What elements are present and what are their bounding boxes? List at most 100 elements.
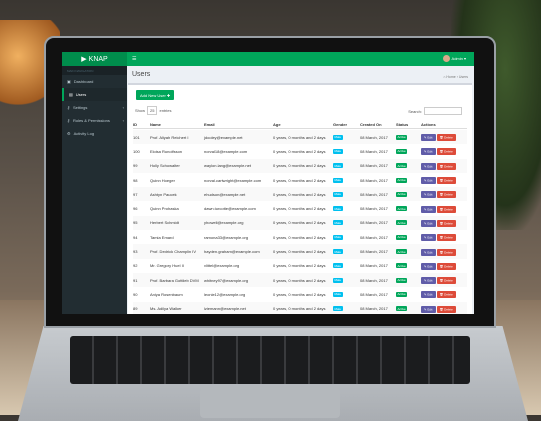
cell-created-on: 08 March, 2017 bbox=[360, 234, 388, 240]
edit-button[interactable]: ✎ Edit bbox=[421, 162, 436, 170]
actions-cell: ✎ Edit 🗑 Delete bbox=[421, 234, 467, 242]
chevron-left-icon: ‹ bbox=[122, 105, 124, 110]
edit-button[interactable]: ✎ Edit bbox=[421, 134, 436, 142]
entries-select[interactable]: 25 bbox=[147, 106, 158, 115]
gender-badge: Male bbox=[333, 163, 343, 169]
edit-button[interactable]: ✎ Edit bbox=[421, 177, 436, 185]
page-title: Users bbox=[132, 71, 151, 78]
delete-button[interactable]: 🗑 Delete bbox=[436, 219, 456, 227]
cell-created-on: 08 March, 2017 bbox=[360, 220, 388, 226]
column-header-gender[interactable]: Gender bbox=[333, 122, 360, 127]
sidebar-item-activity-log[interactable]: ⚙ Activity Log bbox=[62, 127, 127, 140]
gender-badge: Male bbox=[333, 220, 343, 226]
cell-created-on: 08 March, 2017 bbox=[360, 291, 388, 297]
delete-button[interactable]: 🗑 Delete bbox=[436, 291, 456, 299]
actions-cell: ✎ Edit 🗑 Delete bbox=[421, 291, 467, 299]
cell-name: Quinn Hoeger bbox=[150, 177, 175, 183]
table-row: 94 Tamia Emard ramona33@example.org 0 years… bbox=[133, 230, 467, 244]
sidebar-item-settings[interactable]: ⚷ Settings ‹ bbox=[62, 101, 127, 114]
column-header-status[interactable]: Status bbox=[396, 122, 421, 127]
cell-id: 91 bbox=[133, 277, 138, 283]
cell-created-on: 08 March, 2017 bbox=[360, 306, 388, 312]
app-screen: ▶ KNAP ☰ Admin ▾ MAIN NAVIGATION ▣ Dashboa… bbox=[62, 52, 474, 314]
cell-id: 96 bbox=[133, 206, 138, 212]
cell-email: norval.cartwright@example.com bbox=[204, 177, 262, 183]
cell-email: lziemann@example.net bbox=[204, 306, 246, 312]
cell-name: Tamia Emard bbox=[150, 234, 174, 240]
delete-button[interactable]: 🗑 Delete bbox=[436, 262, 456, 270]
delete-button[interactable]: 🗑 Delete bbox=[436, 277, 456, 285]
edit-button[interactable]: ✎ Edit bbox=[421, 305, 436, 313]
status-badge: Active bbox=[396, 234, 408, 240]
sidebar-item-label: Activity Log bbox=[73, 131, 95, 136]
delete-button[interactable]: 🗑 Delete bbox=[436, 134, 456, 142]
cell-name: Mr. Gregory Huel II bbox=[150, 263, 184, 269]
column-header-age[interactable]: Age bbox=[273, 122, 333, 127]
edit-button[interactable]: ✎ Edit bbox=[421, 148, 436, 156]
cell-email: ehudson@example.net bbox=[204, 191, 246, 197]
cell-name: Ms. Adilya Walker bbox=[150, 306, 182, 312]
show-label: Show bbox=[135, 108, 146, 113]
user-menu[interactable]: Admin ▾ bbox=[442, 55, 466, 62]
cell-age: 0 years, 0 months and 2 days bbox=[273, 206, 326, 212]
edit-button[interactable]: ✎ Edit bbox=[421, 205, 436, 213]
table-row: 101 Prof. Aliyah Reichert I jdooley@exampl… bbox=[133, 130, 467, 145]
edit-button[interactable]: ✎ Edit bbox=[421, 234, 436, 242]
status-badge: Active bbox=[396, 177, 408, 183]
cell-email: yhowell@example.org bbox=[204, 220, 244, 226]
delete-button[interactable]: 🗑 Delete bbox=[436, 305, 456, 313]
sidebar-item-dashboard[interactable]: ▣ Dashboard bbox=[62, 75, 127, 88]
edit-button[interactable]: ✎ Edit bbox=[421, 277, 436, 285]
cell-created-on: 08 March, 2017 bbox=[360, 191, 388, 197]
cell-name: Eloisa Runolfsson bbox=[150, 148, 183, 154]
actions-cell: ✎ Edit 🗑 Delete bbox=[421, 305, 467, 313]
cell-id: 99 bbox=[133, 163, 138, 169]
sidebar-item-users[interactable]: ▤ Users bbox=[62, 88, 127, 101]
column-header-id[interactable]: ID bbox=[133, 122, 150, 127]
cell-name: Herbert Schmidt bbox=[150, 220, 179, 226]
table-row: 95 Herbert Schmidt yhowell@example.org 0 ye… bbox=[133, 215, 467, 231]
actions-cell: ✎ Edit 🗑 Delete bbox=[421, 248, 467, 256]
logo[interactable]: ▶ KNAP bbox=[62, 52, 127, 66]
cell-created-on: 08 March, 2017 bbox=[360, 277, 388, 283]
gender-badge: Male bbox=[333, 148, 343, 154]
table-row: 90 Aniya Rosenbaum leonie12@example.org 0 y… bbox=[133, 287, 467, 301]
gender-badge: Male bbox=[333, 191, 343, 197]
cell-age: 0 years, 0 months and 2 days bbox=[273, 263, 326, 269]
edit-button[interactable]: ✎ Edit bbox=[421, 248, 436, 256]
delete-button[interactable]: 🗑 Delete bbox=[436, 191, 456, 199]
breadcrumb[interactable]: ⌂ Home › Users bbox=[443, 75, 468, 79]
sidebar-item-roles-permissions[interactable]: ⚷ Roles & Permissions ‹ bbox=[62, 114, 127, 127]
trackpad bbox=[200, 388, 340, 418]
actions-cell: ✎ Edit 🗑 Delete bbox=[421, 205, 467, 213]
key-icon: ⚷ bbox=[67, 105, 70, 110]
cell-name: Holly Schowalter bbox=[150, 163, 180, 169]
cell-created-on: 08 March, 2017 bbox=[360, 163, 388, 169]
edit-button[interactable]: ✎ Edit bbox=[421, 291, 436, 299]
user-name: Admin ▾ bbox=[451, 56, 466, 61]
edit-button[interactable]: ✎ Edit bbox=[421, 262, 436, 270]
delete-button[interactable]: 🗑 Delete bbox=[436, 162, 456, 170]
add-user-button[interactable]: Add New User ✚ bbox=[136, 90, 175, 100]
delete-button[interactable]: 🗑 Delete bbox=[436, 177, 456, 185]
delete-button[interactable]: 🗑 Delete bbox=[436, 248, 456, 256]
cell-email: hayden.graham@example.com bbox=[204, 249, 260, 255]
edit-button[interactable]: ✎ Edit bbox=[421, 191, 436, 199]
table-row: 92 Mr. Gregory Huel II vlittel@example.org… bbox=[133, 259, 467, 273]
cell-created-on: 08 March, 2017 bbox=[360, 249, 388, 255]
cell-id: 98 bbox=[133, 177, 138, 183]
cell-id: 101 bbox=[133, 134, 140, 140]
column-header-email[interactable]: Email bbox=[204, 122, 273, 127]
search-input[interactable] bbox=[424, 107, 462, 115]
column-header-name[interactable]: Name bbox=[150, 122, 204, 127]
menu-toggle-icon[interactable]: ☰ bbox=[132, 56, 136, 62]
gender-badge: Male bbox=[333, 249, 343, 255]
edit-button[interactable]: ✎ Edit bbox=[421, 219, 436, 227]
delete-button[interactable]: 🗑 Delete bbox=[436, 205, 456, 213]
column-header-created-on[interactable]: Created On bbox=[360, 122, 396, 127]
status-badge: Active bbox=[396, 263, 408, 269]
cell-age: 0 years, 0 months and 2 days bbox=[273, 220, 326, 226]
delete-button[interactable]: 🗑 Delete bbox=[436, 234, 456, 242]
delete-button[interactable]: 🗑 Delete bbox=[436, 148, 456, 156]
sidebar-heading: MAIN NAVIGATION bbox=[62, 66, 127, 75]
